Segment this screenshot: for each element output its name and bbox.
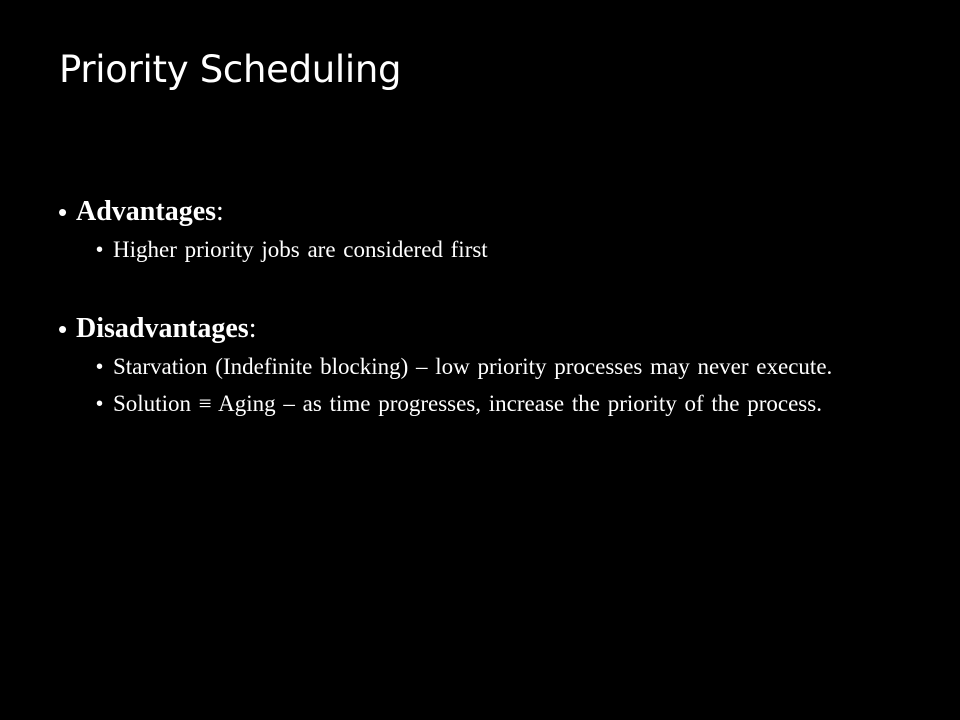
bullet-icon: •	[96, 393, 104, 415]
disadvantages-item-starvation: • Starvation (Indefinite blocking) – low …	[58, 351, 903, 383]
bullet-icon: •	[96, 356, 104, 378]
disadvantages-heading: • Disadvantages:	[58, 310, 903, 348]
disadvantages-colon: :	[248, 313, 257, 344]
advantages-item: • Higher priority jobs are considered fir…	[58, 234, 903, 266]
bullet-icon: •	[58, 314, 68, 344]
slide-content: • Advantages: • Higher priority jobs are c…	[58, 193, 903, 420]
advantages-term: Advantages	[76, 196, 217, 227]
advantages-heading: • Advantages:	[58, 193, 903, 231]
disadvantages-item-text: Starvation (Indefinite blocking) – low p…	[113, 354, 833, 379]
advantages-item-text: Higher priority jobs are considered firs…	[113, 237, 488, 262]
slide-title: Priority Scheduling	[59, 48, 402, 91]
slide: Priority Scheduling • Advantages: • Higher…	[0, 0, 960, 720]
disadvantages-item-text: Solution ≡ Aging – as time progresses, i…	[113, 391, 822, 416]
bullet-icon: •	[96, 239, 104, 261]
bullet-icon: •	[58, 197, 68, 227]
advantages-colon: :	[216, 196, 224, 227]
disadvantages-term: Disadvantages	[76, 313, 249, 344]
disadvantages-item-solution: • Solution ≡ Aging – as time progresses, …	[58, 388, 903, 420]
